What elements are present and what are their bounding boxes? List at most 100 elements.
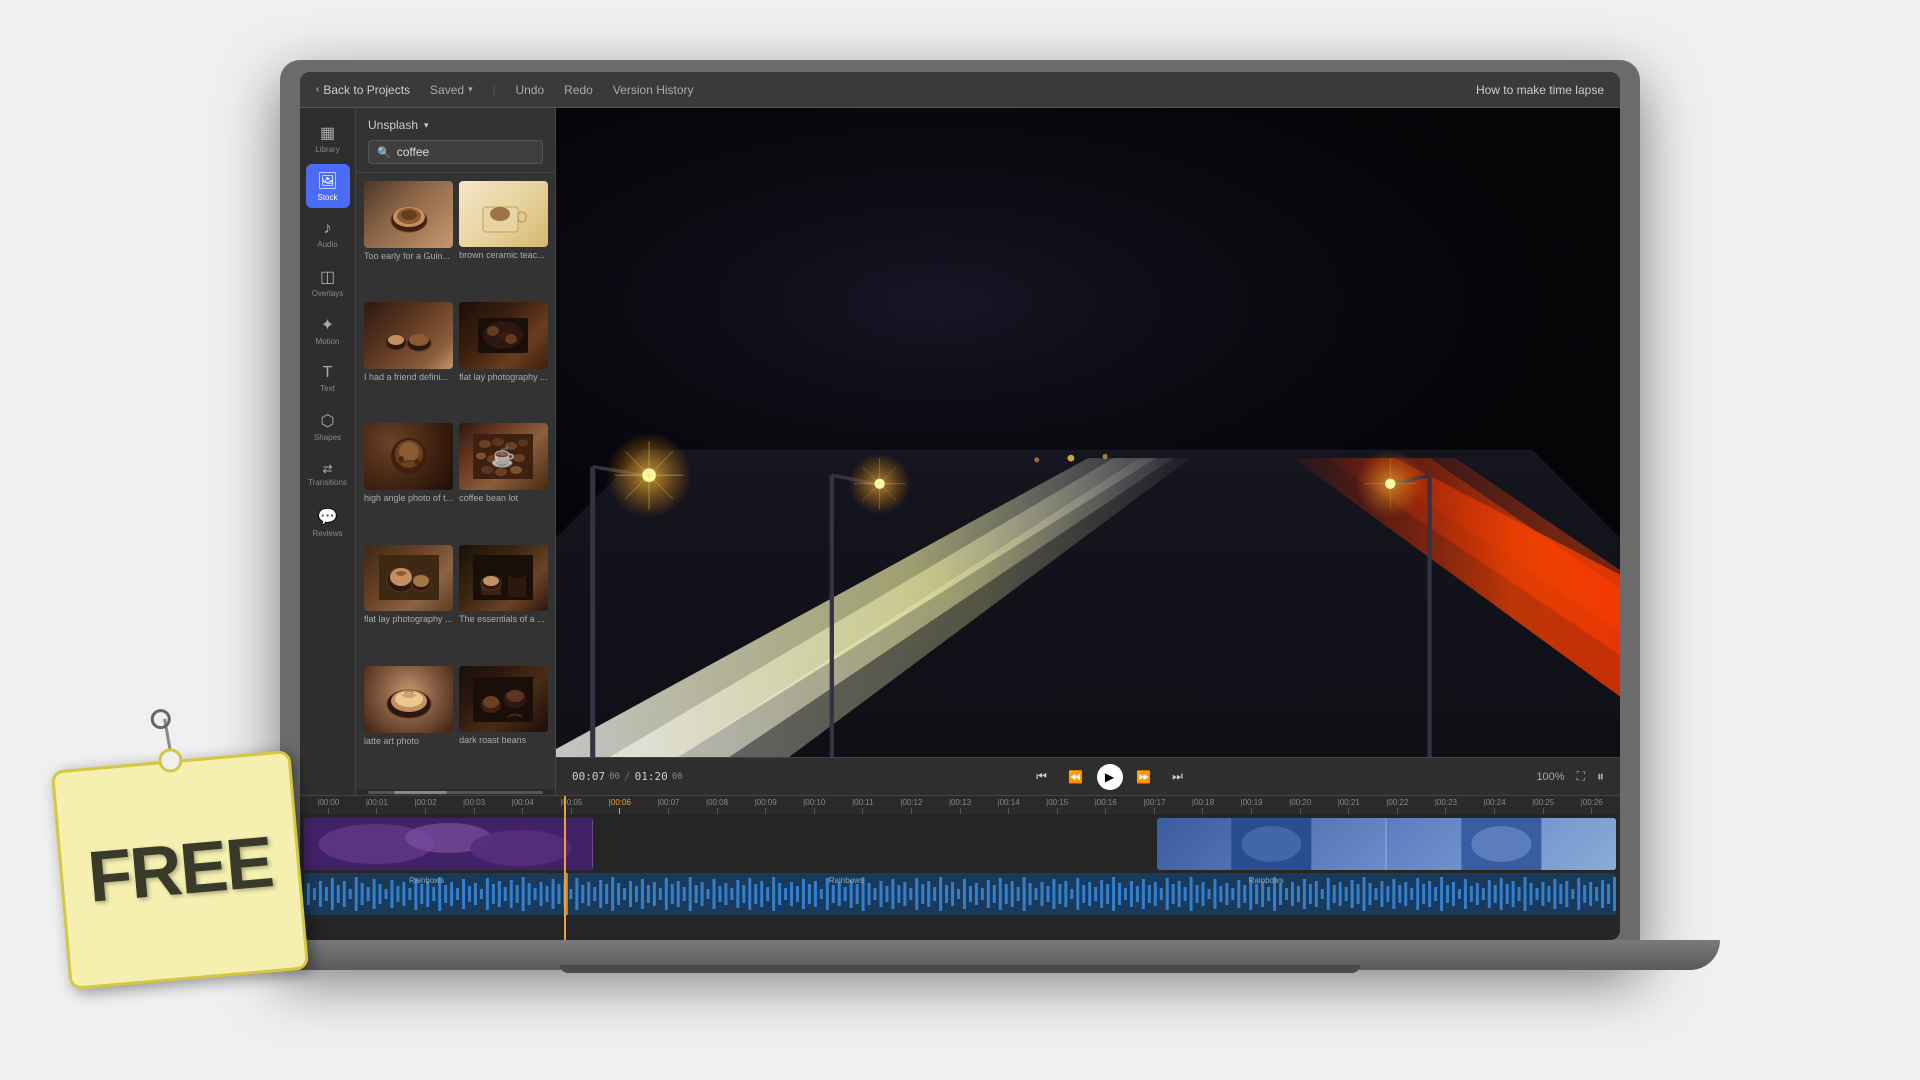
stock-item-label-2: brown ceramic teac... xyxy=(459,250,548,262)
stock-item-label-8: The essentials of a ... xyxy=(459,614,548,626)
timeline-ruler: |00:00 |00:01 |00:02 |00:03 xyxy=(300,796,1620,814)
search-input[interactable] xyxy=(397,145,534,159)
stock-item-label-7: flat lay photography ... xyxy=(364,614,453,626)
audio-label: Audio xyxy=(317,240,337,249)
audio-track-1[interactable]: Rainbows Rainbows Rainbows // Generate w… xyxy=(304,873,1616,915)
library-icon: ▦ xyxy=(320,123,335,143)
stock-icon: 🖼 xyxy=(317,171,337,191)
version-history-button[interactable]: Version History xyxy=(613,83,694,97)
current-frames: 00 xyxy=(609,772,620,782)
ruler-mark-8: |00:08 xyxy=(693,796,742,814)
source-chevron-icon: ▾ xyxy=(424,120,429,131)
playback-bar: 00:07 00 / 01:20 00 ⏮ ⏪ xyxy=(556,757,1620,795)
source-selector[interactable]: Unsplash ▾ xyxy=(368,118,543,132)
ruler-mark-1: |00:01 xyxy=(353,796,402,814)
stock-item-label-4: flat lay photography ... xyxy=(459,372,548,384)
text-label: Text xyxy=(320,384,335,393)
sidebar-item-text[interactable]: T Text xyxy=(306,356,350,400)
skip-back-button[interactable]: ⏮ xyxy=(1029,764,1055,790)
overlays-icon: ◫ xyxy=(320,267,335,287)
free-tag-text: FREE xyxy=(85,821,275,919)
sidebar-item-reviews[interactable]: 💬 Reviews xyxy=(306,500,350,544)
ruler-mark-17: |00:17 xyxy=(1130,796,1179,814)
audio-label-3: Rainbows xyxy=(1249,876,1284,885)
rewind-icon: ⏪ xyxy=(1068,770,1083,784)
library-label: Library xyxy=(315,145,339,154)
stock-header: Unsplash ▾ 🔍 xyxy=(356,108,555,173)
ruler-mark-23: |00:23 xyxy=(1422,796,1471,814)
transitions-label: Transitions xyxy=(308,478,347,487)
stock-item-1[interactable]: Too early for a Guin... xyxy=(364,181,453,296)
highway-scene xyxy=(556,108,1620,757)
ruler-mark-6: |00:06 xyxy=(596,796,645,814)
stock-item-5[interactable]: high angle photo of t... xyxy=(364,423,453,538)
video-clip-1[interactable] xyxy=(304,818,593,870)
stock-item-2[interactable]: brown ceramic teac... xyxy=(459,181,548,296)
screen-bezel: ‹ Back to Projects Saved ▾ | Undo Redo V… xyxy=(300,72,1620,940)
stock-item-9[interactable]: latte art photo xyxy=(364,666,453,781)
chevron-left-icon: ‹ xyxy=(316,84,319,95)
stock-item-3[interactable]: I had a friend defini... xyxy=(364,302,453,417)
stock-item-4[interactable]: flat lay photography ... xyxy=(459,302,548,417)
pause-indicator[interactable]: ⏸ xyxy=(1597,768,1604,785)
sidebar-item-library[interactable]: ▦ Library xyxy=(306,116,350,160)
string-circle xyxy=(150,708,172,730)
skip-back-icon: ⏮ xyxy=(1036,769,1047,784)
stock-item-label-9: latte art photo xyxy=(364,736,453,748)
total-frames: 00 xyxy=(672,772,683,782)
audio-label-2: Rainbows xyxy=(829,876,864,885)
sidebar-item-overlays[interactable]: ◫ Overlays xyxy=(306,260,350,304)
ruler-mark-11: |00:11 xyxy=(839,796,888,814)
ruler-mark-21: |00:21 xyxy=(1324,796,1373,814)
play-button[interactable]: ▶ xyxy=(1097,764,1123,790)
ruler-marks: |00:00 |00:01 |00:02 |00:03 xyxy=(304,796,1616,814)
project-title: How to make time lapse xyxy=(1476,83,1604,97)
stock-item-label-6: coffee bean lot xyxy=(459,493,548,505)
skip-forward-button[interactable]: ⏭ xyxy=(1165,764,1191,790)
sidebar-item-transitions[interactable]: ⇄ Transitions xyxy=(306,452,350,496)
app-ui: ‹ Back to Projects Saved ▾ | Undo Redo V… xyxy=(300,72,1620,940)
ruler-mark-16: |00:16 xyxy=(1082,796,1131,814)
stock-thumb-7 xyxy=(364,545,453,612)
back-to-projects-button[interactable]: ‹ Back to Projects xyxy=(316,83,410,97)
free-tag: FREE xyxy=(60,720,340,1000)
tag-body: FREE xyxy=(51,750,309,990)
stock-grid: Too early for a Guin... xyxy=(356,173,555,789)
stock-thumb-9 xyxy=(364,666,453,733)
video-track xyxy=(304,818,1616,870)
stock-item-label-5: high angle photo of t... xyxy=(364,493,453,505)
zoom-level: 100% xyxy=(1536,771,1564,783)
current-time: 00:07 xyxy=(572,770,605,783)
sidebar-item-shapes[interactable]: ⬡ Shapes xyxy=(306,404,350,448)
total-time: 01:20 xyxy=(635,770,668,783)
rewind-button[interactable]: ⏪ xyxy=(1063,764,1089,790)
timeline-playhead[interactable] xyxy=(564,796,566,814)
fullscreen-button[interactable]: ⛶ xyxy=(1577,769,1585,784)
stock-item-6[interactable]: coffee bean lot xyxy=(459,423,548,538)
source-label: Unsplash xyxy=(368,118,418,132)
stock-item-label-1: Too early for a Guin... xyxy=(364,251,453,263)
undo-button[interactable]: Undo xyxy=(515,83,544,97)
sidebar-item-motion[interactable]: ✦ Motion xyxy=(306,308,350,352)
ruler-mark-2: |00:02 xyxy=(401,796,450,814)
stock-item-7[interactable]: flat lay photography ... xyxy=(364,545,453,660)
fast-forward-button[interactable]: ⏩ xyxy=(1131,764,1157,790)
back-label: Back to Projects xyxy=(323,83,410,97)
video-clip-2[interactable] xyxy=(1157,818,1616,870)
redo-button[interactable]: Redo xyxy=(564,83,593,97)
sidebar-item-audio[interactable]: ♪ Audio xyxy=(306,212,350,256)
skip-forward-icon: ⏭ xyxy=(1172,769,1183,784)
sidebar-item-stock[interactable]: 🖼 Stock xyxy=(306,164,350,208)
timeline: |00:00 |00:01 |00:02 |00:03 xyxy=(300,795,1620,940)
ruler-mark-20: |00:20 xyxy=(1276,796,1325,814)
stock-thumb-1 xyxy=(364,181,453,248)
ruler-mark-14: |00:14 xyxy=(984,796,1033,814)
stock-item-10[interactable]: dark roast beans xyxy=(459,666,548,781)
stock-item-8[interactable]: The essentials of a ... xyxy=(459,545,548,660)
ruler-mark-10: |00:10 xyxy=(790,796,839,814)
laptop-trackpad-bar xyxy=(560,965,1360,973)
text-icon: T xyxy=(323,364,333,382)
track-playhead xyxy=(564,814,566,940)
preview-area: 00:07 00 / 01:20 00 ⏮ ⏪ xyxy=(556,108,1620,795)
ruler-mark-24: |00:24 xyxy=(1470,796,1519,814)
